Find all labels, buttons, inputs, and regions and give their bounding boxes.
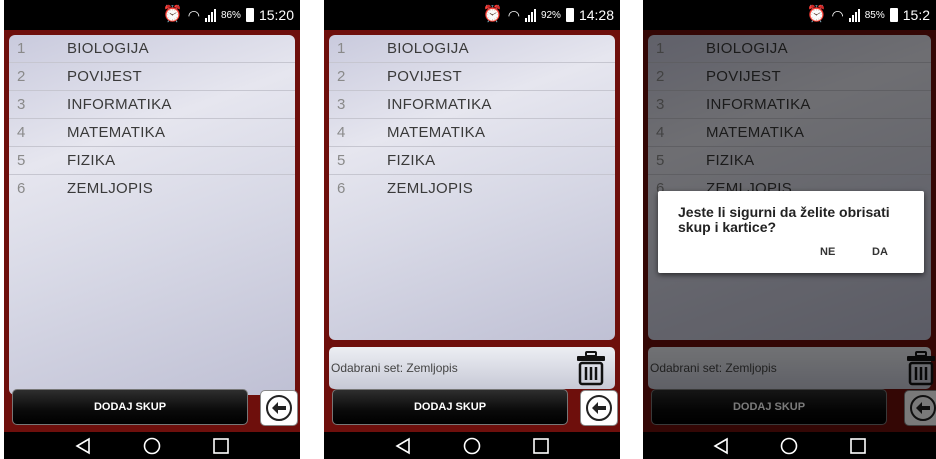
selected-set-bar: Odabrani set: Zemljopis: [329, 347, 615, 389]
system-nav-bar: [324, 432, 620, 459]
status-bar: ⏰ ◠ 92% 14:28: [324, 0, 620, 30]
nav-recents-icon[interactable]: [532, 437, 550, 455]
status-bar: ⏰ ◠ 85% 15:2: [643, 0, 936, 30]
item-number: 3: [337, 96, 346, 113]
back-arrow-icon: [266, 395, 292, 421]
clock: 15:2: [902, 7, 930, 23]
screen-2: ⏰ ◠ 92% 14:28 1 BIOLOGIJA 2 POVIJEST 3 INFO…: [324, 0, 620, 459]
wifi-icon: ◠: [187, 7, 200, 23]
item-name: MATEMATIKA: [67, 124, 166, 141]
alarm-icon: ⏰: [162, 6, 183, 23]
battery-icon: [245, 8, 254, 22]
item-name: INFORMATIKA: [387, 96, 492, 113]
dialog-no-button[interactable]: NE: [820, 246, 835, 258]
item-number: 2: [337, 68, 346, 85]
battery-percent: 92%: [540, 9, 561, 21]
item-number: 6: [337, 180, 346, 197]
nav-back-icon[interactable]: [712, 437, 730, 455]
item-number: 5: [17, 152, 26, 169]
list-item[interactable]: 6 ZEMLJOPIS: [9, 175, 295, 202]
list-item[interactable]: 6 ZEMLJOPIS: [329, 175, 615, 202]
item-name: MATEMATIKA: [387, 124, 486, 141]
item-number: 1: [17, 40, 26, 57]
item-name: BIOLOGIJA: [67, 40, 149, 57]
item-number: 1: [337, 40, 346, 57]
nav-back-icon[interactable]: [74, 437, 92, 455]
item-name: POVIJEST: [387, 68, 462, 85]
nav-recents-icon[interactable]: [212, 437, 230, 455]
alarm-icon: ⏰: [482, 6, 503, 23]
signal-icon: [524, 8, 536, 22]
nav-home-icon[interactable]: [463, 437, 481, 455]
bottom-bar: DODAJ SKUP: [324, 389, 620, 432]
subject-list: 1 BIOLOGIJA 2 POVIJEST 3 INFORMATIKA 4 MATEM…: [9, 35, 295, 395]
item-number: 4: [17, 124, 26, 141]
wifi-icon: ◠: [831, 7, 844, 23]
system-nav-bar: [4, 432, 300, 459]
subject-list: 1 BIOLOGIJA 2 POVIJEST 3 INFORMATIKA 4 MATEM…: [329, 35, 615, 340]
item-number: 6: [17, 180, 26, 197]
status-bar: ⏰ ◠ 86% 15:20: [4, 0, 300, 30]
clock: 14:28: [578, 7, 614, 23]
item-number: 2: [17, 68, 26, 85]
list-item[interactable]: 5 FIZIKA: [9, 147, 295, 175]
battery-percent: 85%: [864, 9, 885, 21]
dialog-message: Jeste li sigurni da želite obrisati skup…: [678, 204, 890, 235]
list-item[interactable]: 1 BIOLOGIJA: [9, 35, 295, 63]
signal-icon: [204, 8, 216, 22]
trash-icon[interactable]: [573, 350, 609, 386]
item-name: ZEMLJOPIS: [387, 180, 474, 197]
system-nav-bar: [643, 432, 936, 459]
nav-home-icon[interactable]: [143, 437, 161, 455]
bottom-bar: DODAJ SKUP: [4, 389, 300, 432]
add-set-button[interactable]: DODAJ SKUP: [12, 389, 248, 425]
item-name: ZEMLJOPIS: [67, 180, 154, 197]
item-number: 5: [337, 152, 346, 169]
back-button[interactable]: [260, 390, 298, 426]
screen-3: ⏰ ◠ 85% 15:2 1BIOLOGIJA 2POVIJEST 3INFOR…: [643, 0, 936, 459]
dialog-yes-button[interactable]: DA: [872, 246, 888, 258]
add-set-button[interactable]: DODAJ SKUP: [332, 389, 568, 425]
battery-percent: 86%: [220, 9, 241, 21]
item-name: FIZIKA: [67, 152, 116, 169]
battery-icon: [889, 8, 898, 22]
list-item[interactable]: 3 INFORMATIKA: [329, 91, 615, 119]
item-number: 4: [337, 124, 346, 141]
alarm-icon: ⏰: [806, 6, 827, 23]
list-item[interactable]: 5 FIZIKA: [329, 147, 615, 175]
item-name: POVIJEST: [67, 68, 142, 85]
list-item[interactable]: 2 POVIJEST: [329, 63, 615, 91]
battery-icon: [565, 8, 574, 22]
signal-icon: [848, 8, 860, 22]
clock: 15:20: [258, 7, 294, 23]
selected-set-label: Odabrani set: Zemljopis: [331, 361, 458, 375]
back-arrow-icon: [586, 395, 612, 421]
item-name: FIZIKA: [387, 152, 436, 169]
item-number: 3: [17, 96, 26, 113]
list-item[interactable]: 3 INFORMATIKA: [9, 91, 295, 119]
list-item[interactable]: 4 MATEMATIKA: [329, 119, 615, 147]
item-name: BIOLOGIJA: [387, 40, 469, 57]
item-name: INFORMATIKA: [67, 96, 172, 113]
nav-back-icon[interactable]: [394, 437, 412, 455]
confirm-delete-dialog: Jeste li sigurni da želite obrisati skup…: [658, 191, 924, 273]
list-item[interactable]: 4 MATEMATIKA: [9, 119, 295, 147]
back-button[interactable]: [580, 390, 618, 426]
list-item[interactable]: 2 POVIJEST: [9, 63, 295, 91]
wifi-icon: ◠: [507, 7, 520, 23]
screen-1: ⏰ ◠ 86% 15:20 1 BIOLOGIJA 2 POVIJEST 3 INFO…: [4, 0, 300, 459]
list-item[interactable]: 1 BIOLOGIJA: [329, 35, 615, 63]
nav-recents-icon[interactable]: [849, 437, 867, 455]
nav-home-icon[interactable]: [780, 437, 798, 455]
